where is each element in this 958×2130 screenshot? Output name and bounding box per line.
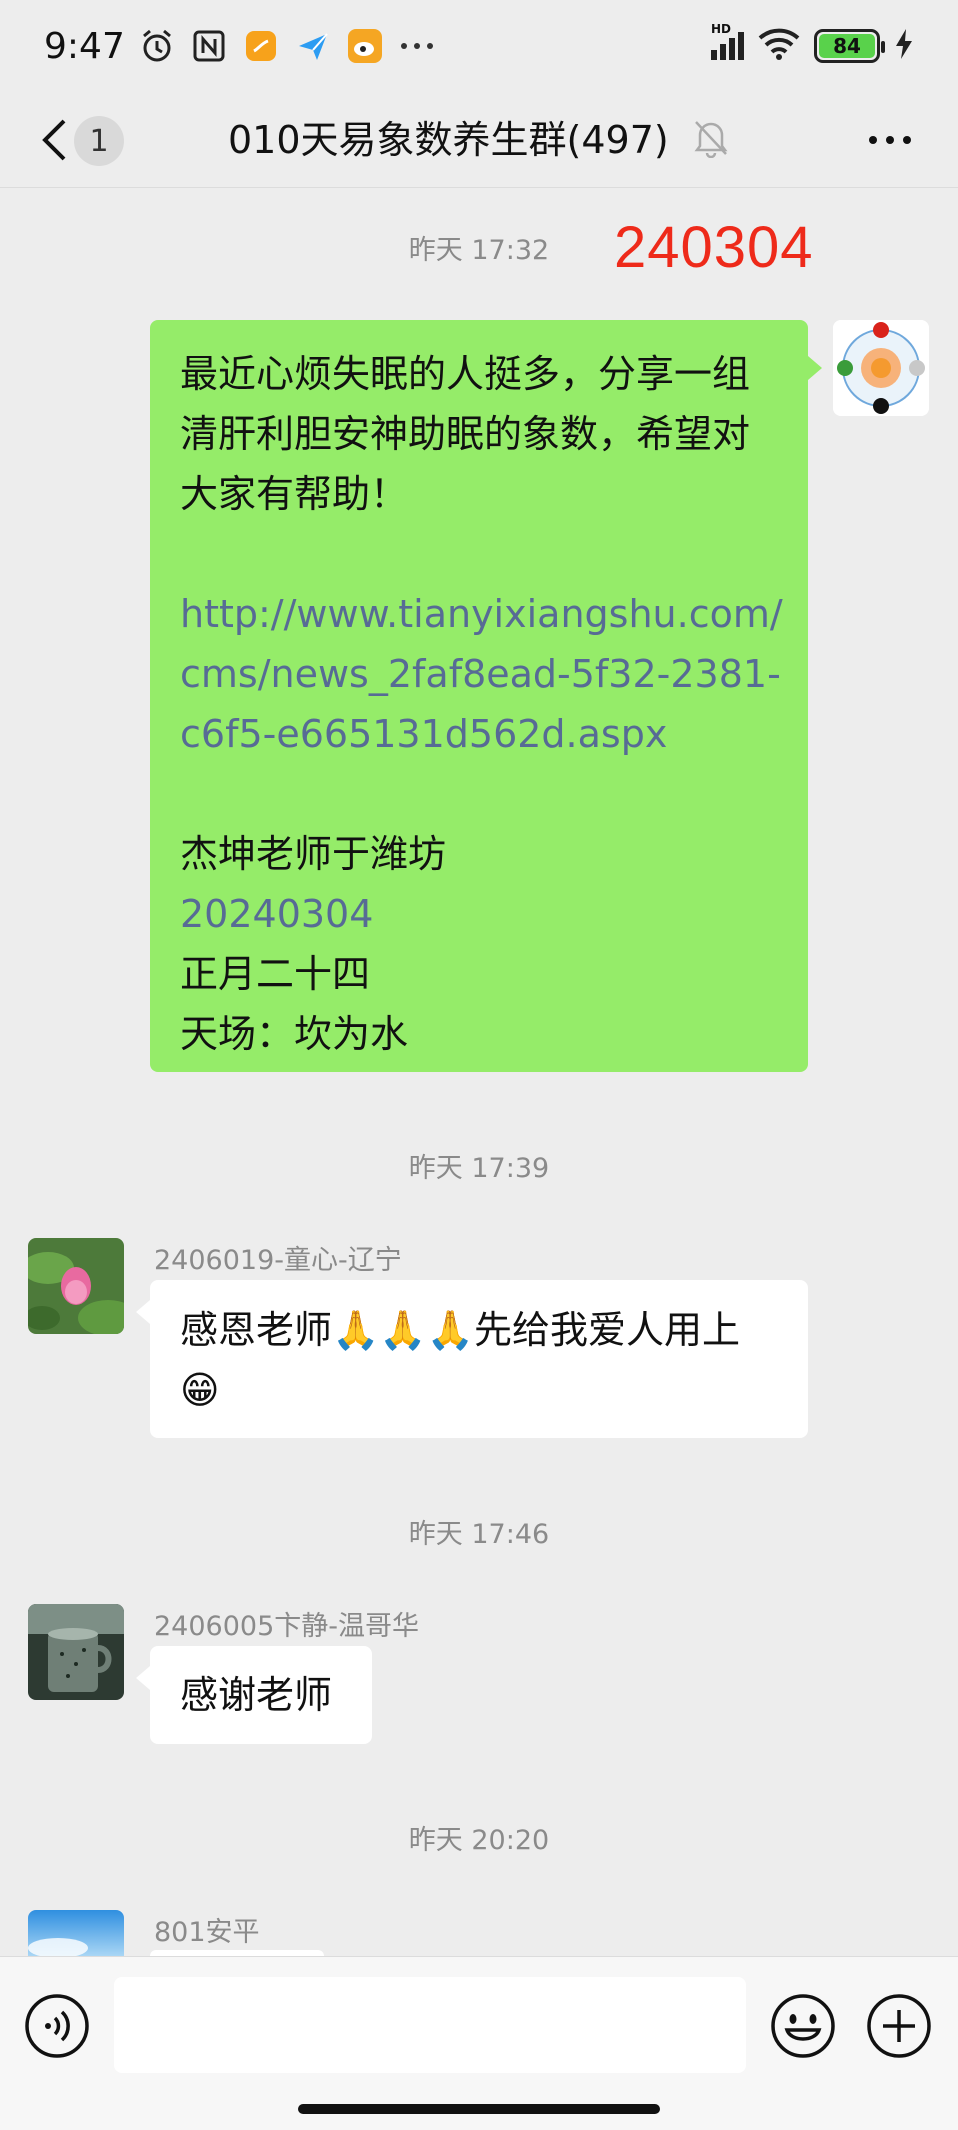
voice-button[interactable] [24, 1993, 90, 2059]
message-bubble-incoming[interactable]: 感恩老师🙏🙏🙏先给我爱人用上 😁 [150, 1280, 808, 1438]
bubble-tail [136, 1300, 150, 1324]
chat-header: 1 010天易象数养生群(497) [0, 92, 958, 188]
bubble-tail [808, 356, 822, 380]
back-button[interactable] [34, 114, 74, 166]
unread-badge[interactable]: 1 [74, 116, 124, 166]
home-indicator [298, 2104, 660, 2114]
message-text-line [180, 524, 778, 584]
lotus-avatar-icon [28, 1238, 124, 1334]
message-text-line: 感恩老师🙏🙏🙏先给我爱人用上 [180, 1308, 740, 1352]
status-time: 9:47 [44, 25, 125, 67]
teacup-avatar-icon [28, 1604, 124, 1700]
wifi-icon [758, 28, 800, 64]
date-stamp: 240304 [614, 215, 814, 280]
message-time: 昨天 17:39 [408, 1153, 550, 1184]
back-icon [42, 119, 66, 161]
sender-name: 2406005卞静-温哥华 [154, 1611, 419, 1642]
message-link-line[interactable]: c6f5-e665131d562d.aspx [180, 704, 778, 764]
status-bar: 9:47 HD 84 [0, 0, 958, 92]
alarm-icon [137, 26, 177, 66]
message-text-line: 感谢老师 [180, 1673, 333, 1717]
bagua-avatar-icon [833, 320, 929, 416]
message-input[interactable] [114, 1977, 746, 2073]
signal-icon: HD [711, 22, 744, 60]
message-bubble-outgoing[interactable]: 最近心烦失眠的人挺多，分享一组 清肝利胆安神助眠的象数，希望对 大家有帮助！ htt… [150, 320, 808, 1072]
sender-name: 2406019-童心-辽宁 [154, 1245, 402, 1276]
more-button[interactable] [862, 120, 918, 160]
battery-icon: 84 [814, 29, 885, 63]
status-right: HD 84 [711, 22, 914, 64]
weibo-icon [345, 26, 385, 66]
message-time: 昨天 17:46 [408, 1519, 550, 1550]
plus-button[interactable] [866, 1993, 932, 2059]
message-text-line: 杰坤老师于潍坊 [180, 832, 447, 876]
message-link-line[interactable]: cms/news_2faf8ead-5f32-2381- [180, 644, 781, 704]
mute-bell-icon [692, 118, 732, 162]
bubble-tail [136, 1666, 150, 1690]
more-notifications-icon [397, 26, 437, 66]
plus-icon [867, 1994, 931, 2058]
message-time: 昨天 20:20 [408, 1825, 550, 1856]
sender-name: 801安平 [154, 1917, 260, 1948]
battery-level: 84 [819, 34, 875, 58]
voice-icon [25, 1994, 89, 2058]
message-text-line: 清肝利胆安神助眠的象数，希望对 [180, 412, 751, 456]
sender-avatar[interactable] [28, 1604, 124, 1700]
nfc-icon [189, 26, 229, 66]
message-link-line[interactable]: 20240304 [180, 884, 778, 944]
emoji-button[interactable] [770, 1993, 836, 2059]
emoji-icon [771, 1994, 835, 2058]
message-text-line: 😁 [180, 1368, 220, 1412]
message-text-line: 最近心烦失眠的人挺多，分享一组 [180, 352, 751, 396]
sender-avatar[interactable] [28, 1238, 124, 1334]
my-avatar[interactable] [833, 320, 929, 416]
message-text-line: 正月二十四 [180, 952, 371, 996]
sky-avatar-icon [28, 1910, 124, 1956]
charging-icon [894, 28, 914, 64]
message-text-line [180, 764, 778, 824]
sender-avatar[interactable] [28, 1910, 124, 1956]
app-notification-icon [241, 26, 281, 66]
plane-app-icon [293, 26, 333, 66]
more-icon [869, 136, 911, 144]
message-text-line: 大家有帮助！ [180, 472, 409, 516]
message-bubble-incoming[interactable]: 感谢老师 [150, 1646, 372, 1744]
network-type: HD [711, 22, 732, 36]
message-text-line: 天场：坎为水 [180, 1012, 409, 1056]
message-time: 昨天 17:32 [408, 235, 550, 266]
message-link-line[interactable]: http://www.tianyixiangshu.com/ [180, 584, 783, 644]
chat-title: 010天易象数养生群(497) [228, 118, 669, 162]
